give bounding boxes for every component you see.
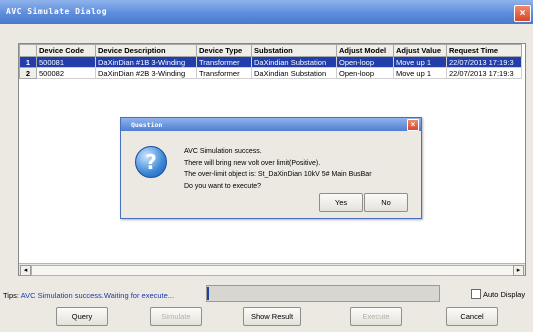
- col-device-type[interactable]: Device Type: [196, 44, 252, 57]
- cell-device-type: Transformer: [196, 67, 252, 79]
- status-tips: Tips: AVC Simulation success.Waiting for…: [3, 291, 174, 300]
- cell-substation: DaXindian Substation: [251, 67, 337, 79]
- scroll-thumb[interactable]: [31, 265, 515, 276]
- table-row[interactable]: 2 500082 DaXinDian #2B 3-Winding Transfo…: [19, 67, 522, 79]
- table-row[interactable]: 1 500081 DaXinDian #1B 3-Winding Transfo…: [19, 56, 522, 68]
- cell-adjust-model: Open-loop: [336, 56, 394, 68]
- question-icon: ?: [135, 146, 167, 178]
- cell-adjust-value: Move up 1: [393, 56, 447, 68]
- row-number-header: [19, 44, 37, 57]
- col-device-description[interactable]: Device Description: [95, 44, 197, 57]
- yes-button[interactable]: Yes: [319, 193, 363, 212]
- progress-bar: [206, 285, 440, 302]
- cell-request-time: 22/07/2013 17:19:3: [446, 67, 522, 79]
- cancel-button[interactable]: Cancel: [446, 307, 498, 326]
- auto-display-checkbox[interactable]: [471, 289, 481, 299]
- message-line: The over-limit object is: St_DaXinDian 1…: [184, 171, 372, 178]
- question-close-icon[interactable]: ×: [407, 119, 419, 131]
- scroll-right-icon[interactable]: ▸: [513, 265, 524, 276]
- progress-cursor: [207, 287, 209, 300]
- col-adjust-value[interactable]: Adjust Value: [393, 44, 447, 57]
- query-button[interactable]: Query: [56, 307, 108, 326]
- message-line: Do you want to execute?: [184, 182, 262, 190]
- message-line: AVC Simulation success.: [184, 148, 262, 155]
- question-title: Question: [131, 121, 163, 129]
- question-message: AVC Simulation success. There will bring…: [184, 146, 372, 192]
- show-result-button[interactable]: Show Result: [243, 307, 301, 326]
- device-table: Device Code Device Description Device Ty…: [19, 44, 522, 79]
- col-device-code[interactable]: Device Code: [36, 44, 96, 57]
- tips-text: AVC Simulation success.Waiting for execu…: [20, 291, 175, 300]
- message-line: There will bring new volt over limit(Pos…: [184, 159, 321, 167]
- execute-button[interactable]: Execute: [350, 307, 402, 326]
- horizontal-scrollbar[interactable]: ◂ ▸: [19, 263, 525, 276]
- row-number: 2: [19, 67, 37, 79]
- scroll-left-icon[interactable]: ◂: [20, 265, 31, 276]
- col-adjust-model[interactable]: Adjust Model: [336, 44, 394, 57]
- row-number: 1: [19, 56, 37, 68]
- simulate-button[interactable]: Simulate: [150, 307, 202, 326]
- cell-device-description: DaXinDian #1B 3-Winding: [95, 56, 197, 68]
- question-title-bar[interactable]: Question ×: [121, 118, 421, 131]
- cell-substation: DaXindian Substation: [251, 56, 337, 68]
- avc-simulate-dialog-window: AVC Simulate Dialog × Device Code Device…: [0, 0, 533, 332]
- cell-device-code: 500081: [36, 56, 96, 68]
- window-title: AVC Simulate Dialog: [6, 7, 108, 16]
- cell-device-code: 500082: [36, 67, 96, 79]
- no-button[interactable]: No: [364, 193, 408, 212]
- table-header-row: Device Code Device Description Device Ty…: [19, 44, 522, 57]
- cell-request-time: 22/07/2013 17:19:3: [446, 56, 522, 68]
- title-bar[interactable]: AVC Simulate Dialog ×: [0, 0, 533, 24]
- cell-device-description: DaXinDian #2B 3-Winding: [95, 67, 197, 79]
- question-dialog: Question × ? AVC Simulation success. The…: [120, 117, 422, 219]
- col-substation[interactable]: Substation: [251, 44, 337, 57]
- cell-adjust-model: Open-loop: [336, 67, 394, 79]
- cell-device-type: Transformer: [196, 56, 252, 68]
- auto-display-label: Auto Display: [483, 290, 526, 299]
- cell-adjust-value: Move up 1: [393, 67, 447, 79]
- close-icon[interactable]: ×: [514, 5, 531, 22]
- col-request-time[interactable]: Request Time: [446, 44, 522, 57]
- tips-label: Tips:: [3, 291, 19, 300]
